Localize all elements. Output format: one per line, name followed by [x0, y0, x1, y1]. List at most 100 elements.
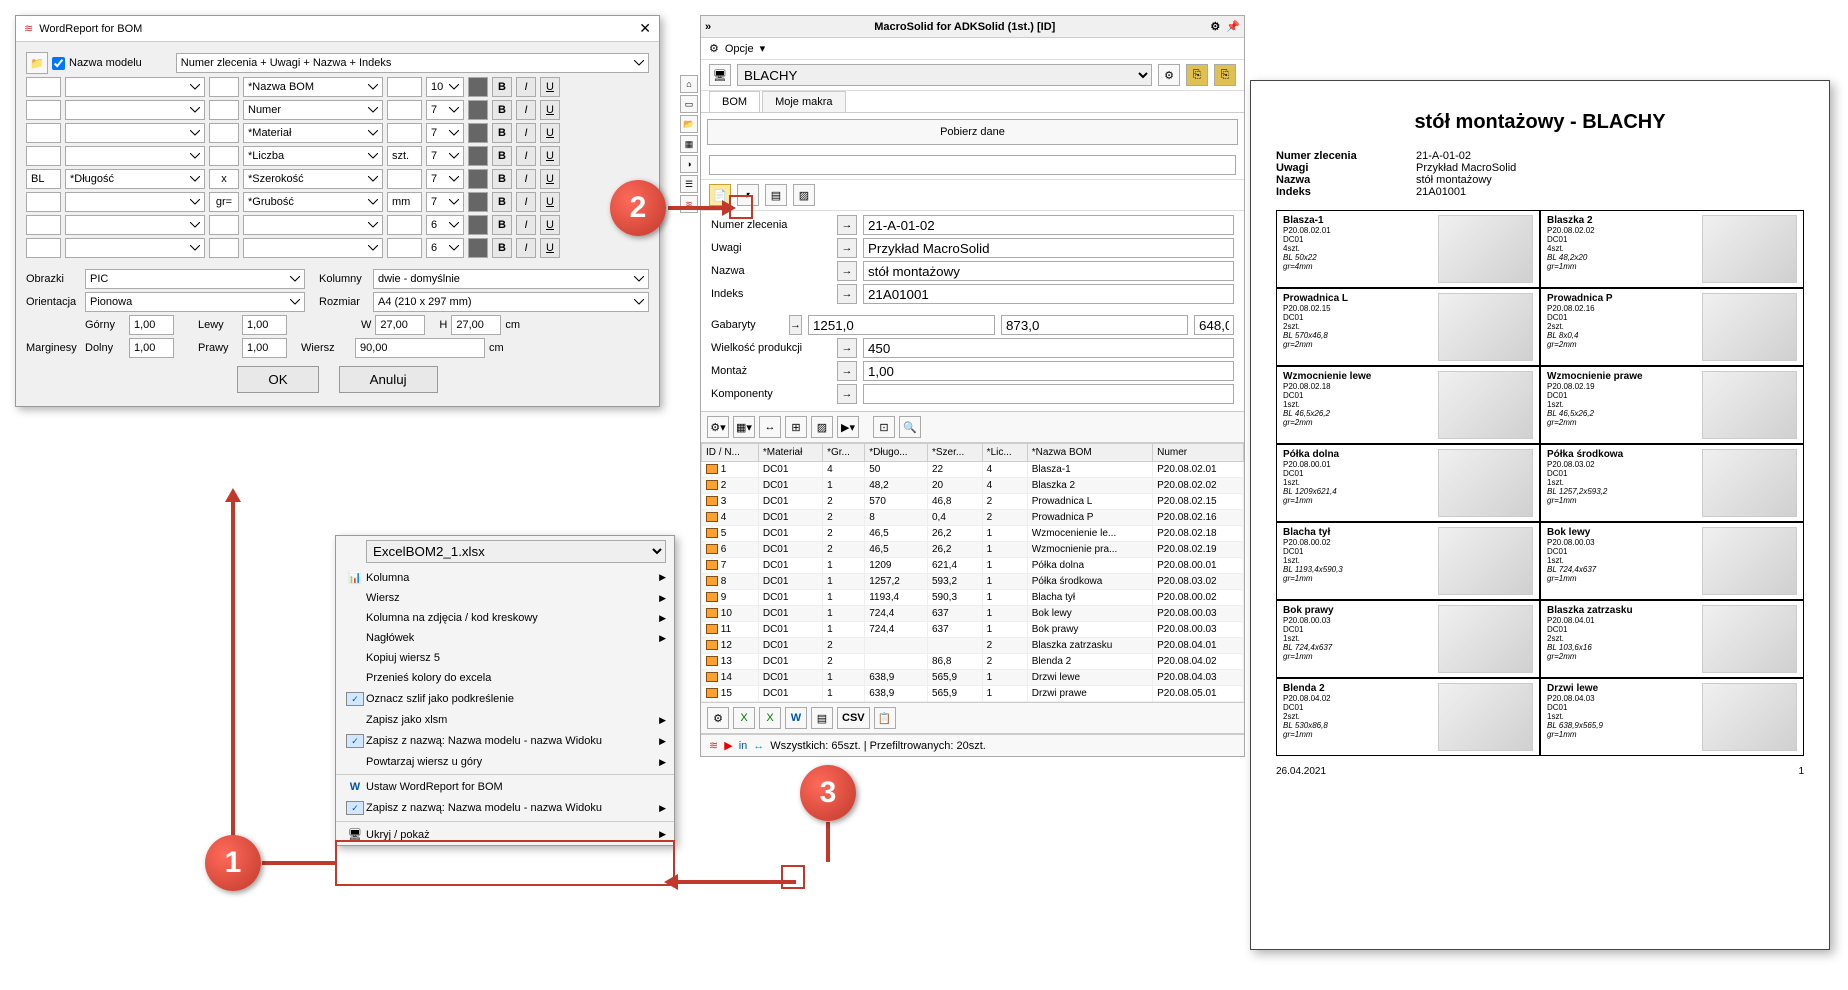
color-btn-1[interactable] — [468, 100, 488, 120]
wr-prefix-4[interactable] — [26, 169, 61, 189]
table-header[interactable]: *Długo... — [865, 444, 928, 462]
italic-btn-2[interactable]: I — [516, 123, 536, 143]
nazwa-modelu-checkbox[interactable] — [52, 57, 65, 70]
table-row[interactable]: 6DC01246,526,21Wzmocnienie pra...P20.08.… — [702, 542, 1244, 558]
table-row[interactable]: 3DC01257046,82Prowadnica LP20.08.02.15 — [702, 494, 1244, 510]
wr-sel2-6[interactable] — [243, 215, 383, 235]
copy1-button[interactable]: ⎘ — [1186, 64, 1208, 86]
underline-btn-0[interactable]: U — [540, 77, 560, 97]
gabaryty-1[interactable] — [808, 315, 995, 335]
table-header[interactable]: *Nazwa BOM — [1027, 444, 1152, 462]
komponenty-input[interactable] — [863, 384, 1234, 404]
table-row[interactable]: 4DC01280,42Prowadnica PP20.08.02.16 — [702, 510, 1244, 526]
italic-btn-4[interactable]: I — [516, 169, 536, 189]
wr-unit-2[interactable] — [387, 123, 422, 143]
arrow-button[interactable]: → — [837, 261, 857, 281]
table-row[interactable]: 12DC0122Blaszka zatrzaskuP20.08.04.01 — [702, 638, 1244, 654]
wr-mid-6[interactable] — [209, 215, 239, 235]
wr-sel2-4[interactable]: *Szerokość — [243, 169, 383, 189]
color-btn-5[interactable] — [468, 192, 488, 212]
color-btn-3[interactable] — [468, 146, 488, 166]
collapse-icon[interactable]: » — [705, 21, 711, 33]
wr-prefix-6[interactable] — [26, 215, 61, 235]
table-row[interactable]: 2DC01148,2204Blaszka 2P20.08.02.02 — [702, 478, 1244, 494]
tb-gear[interactable]: ⚙▾ — [707, 416, 729, 438]
table-row[interactable]: 9DC0111193,4590,31Blacha tyłP20.08.00.02 — [702, 590, 1244, 606]
italic-btn-3[interactable]: I — [516, 146, 536, 166]
ctx-item-5[interactable]: Przenieś kolory do excela — [336, 668, 674, 688]
bold-btn-2[interactable]: B — [492, 123, 512, 143]
wr-size-6[interactable]: 6 — [426, 215, 464, 235]
arrow-button[interactable]: → — [837, 338, 857, 358]
underline-btn-5[interactable]: U — [540, 192, 560, 212]
table-row[interactable]: 11DC011724,46371Bok prawyP20.08.00.03 — [702, 622, 1244, 638]
folder-icon[interactable]: ▭ — [680, 95, 698, 113]
wr-unit-0[interactable] — [387, 77, 422, 97]
ctx-item-10[interactable]: WUstaw WordReport for BOM — [336, 777, 674, 797]
color-btn-0[interactable] — [468, 77, 488, 97]
bold-btn-6[interactable]: B — [492, 215, 512, 235]
obrazki-select[interactable]: PIC — [85, 269, 305, 289]
montaz-input[interactable] — [863, 361, 1234, 381]
tab-moje-makra[interactable]: Moje makra — [762, 91, 845, 112]
wr-sel2-5[interactable]: *Grubość — [243, 192, 383, 212]
home-icon[interactable]: ⌂ — [680, 75, 698, 93]
field-input-2[interactable] — [863, 261, 1234, 281]
italic-btn-1[interactable]: I — [516, 100, 536, 120]
bold-btn-7[interactable]: B — [492, 238, 512, 258]
teamviewer-icon[interactable]: ↔ — [753, 740, 764, 752]
bt-excel2[interactable]: X — [759, 707, 781, 729]
rozmiar-select[interactable]: A4 (210 x 297 mm) — [373, 292, 649, 312]
underline-btn-7[interactable]: U — [540, 238, 560, 258]
table-header[interactable]: ID / N... — [702, 444, 759, 462]
wr-size-0[interactable]: 10 — [426, 77, 464, 97]
opcje-label[interactable]: Opcje — [725, 43, 754, 55]
wr-unit-4[interactable] — [387, 169, 422, 189]
bold-btn-4[interactable]: B — [492, 169, 512, 189]
h-input[interactable] — [451, 315, 501, 335]
gorny-input[interactable] — [129, 315, 174, 335]
table-row[interactable]: 5DC01246,526,21Wzmocenienie le...P20.08.… — [702, 526, 1244, 542]
underline-btn-2[interactable]: U — [540, 123, 560, 143]
tb-grid[interactable]: ▦▾ — [733, 416, 755, 438]
w-input[interactable] — [375, 315, 425, 335]
field-input-3[interactable] — [863, 284, 1234, 304]
filter-button[interactable]: ⎖ — [737, 184, 759, 206]
ctx-item-2[interactable]: Kolumna na zdjęcia / kod kreskowy▶ — [336, 608, 674, 628]
tab-bom[interactable]: BOM — [709, 91, 760, 112]
table-header[interactable]: *Gr... — [823, 444, 865, 462]
color-icon[interactable]: ◑ — [680, 155, 698, 173]
wr-mid-4[interactable] — [209, 169, 239, 189]
bt-clip[interactable]: 📋 — [874, 707, 896, 729]
italic-btn-6[interactable]: I — [516, 215, 536, 235]
cancel-button[interactable]: Anuluj — [339, 366, 438, 393]
wr-mid-5[interactable] — [209, 192, 239, 212]
wr-mid-3[interactable] — [209, 146, 239, 166]
arrow-button[interactable]: → — [837, 361, 857, 381]
table-header[interactable]: *Materiał — [758, 444, 822, 462]
wr-sel1-4[interactable]: *Długość — [65, 169, 205, 189]
highlight-button[interactable]: ▨ — [793, 184, 815, 206]
wr-prefix-5[interactable] — [26, 192, 61, 212]
ctx-item-0[interactable]: 📊Kolumna▶ — [336, 567, 674, 588]
field-input-1[interactable] — [863, 238, 1234, 258]
gear-button[interactable]: ⚙ — [1158, 64, 1180, 86]
underline-btn-3[interactable]: U — [540, 146, 560, 166]
wr-sel2-1[interactable]: Numer — [243, 100, 383, 120]
arrow-button[interactable]: → — [837, 284, 857, 304]
table-row[interactable]: 10DC011724,46371Bok lewyP20.08.00.03 — [702, 606, 1244, 622]
search-input[interactable] — [709, 155, 1236, 175]
color-btn-2[interactable] — [468, 123, 488, 143]
wr-sel1-2[interactable] — [65, 123, 205, 143]
ctx-item-12[interactable]: 🖥Ukryj / pokaż▶ — [336, 824, 674, 845]
color-btn-6[interactable] — [468, 215, 488, 235]
wiersz-input[interactable] — [355, 338, 485, 358]
wr-sel1-6[interactable] — [65, 215, 205, 235]
wr-size-4[interactable]: 7 — [426, 169, 464, 189]
expand-icon[interactable]: ≋ — [680, 195, 698, 213]
ctx-file-select[interactable]: ExcelBOM2_1.xlsx — [366, 540, 666, 563]
wielkosc-input[interactable] — [863, 338, 1234, 358]
wr-sel1-7[interactable] — [65, 238, 205, 258]
underline-btn-4[interactable]: U — [540, 169, 560, 189]
ctx-item-1[interactable]: Wiersz▶ — [336, 588, 674, 608]
